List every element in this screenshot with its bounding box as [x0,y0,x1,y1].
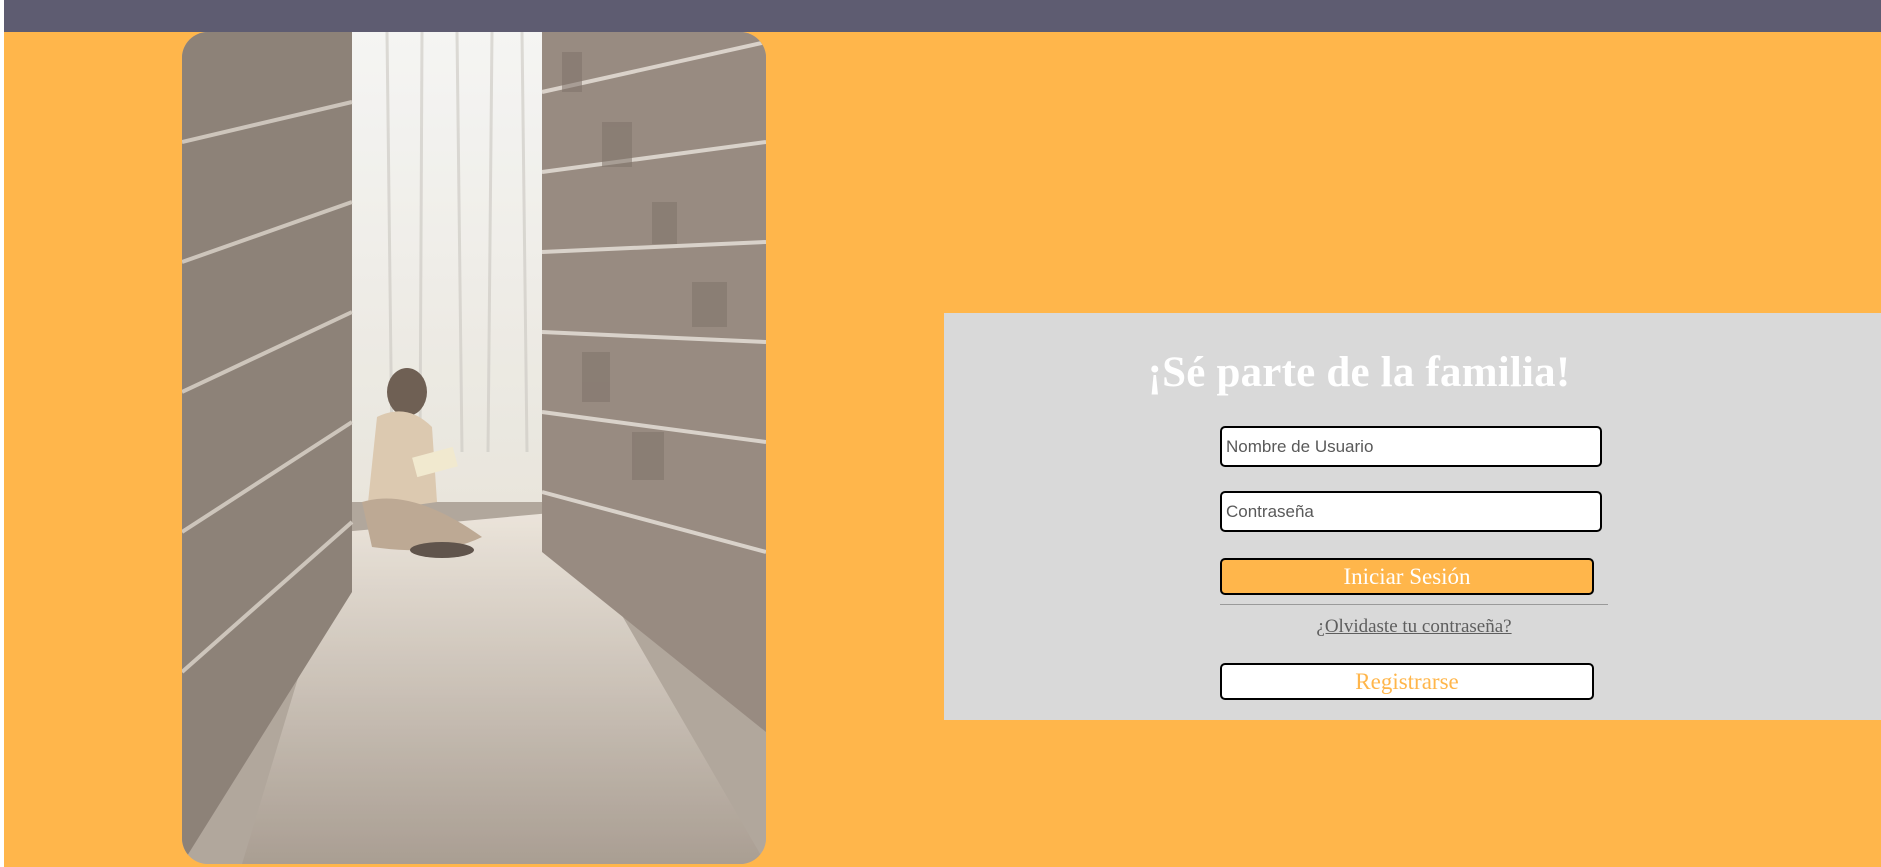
library-reading-photo-icon [182,32,766,864]
library-photo [182,32,766,864]
username-input[interactable] [1220,426,1602,467]
top-bar [4,0,1881,32]
divider [1220,604,1608,605]
login-button[interactable]: Iniciar Sesión [1220,558,1594,595]
forgot-password-link[interactable]: ¿Olvidaste tu contraseña? [1220,616,1608,638]
login-heading: ¡Sé parte de la familia! [1147,349,1571,396]
register-button[interactable]: Registrarse [1220,663,1594,700]
login-panel: ¡Sé parte de la familia! Iniciar Sesión … [944,313,1881,720]
password-input[interactable] [1220,491,1602,532]
page-background: ¡Sé parte de la familia! Iniciar Sesión … [4,0,1881,867]
